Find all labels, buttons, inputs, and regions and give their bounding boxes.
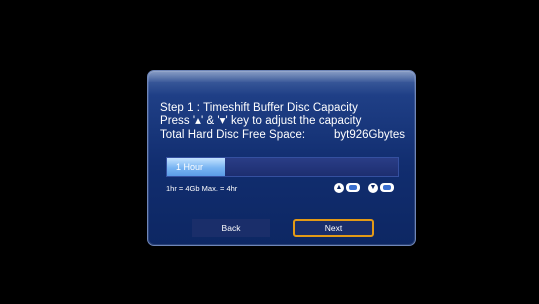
backward-key-icon bbox=[380, 183, 394, 192]
back-button[interactable]: Back bbox=[192, 219, 270, 237]
next-button[interactable]: Next bbox=[293, 219, 374, 237]
free-space-value: byt926Gbytes bbox=[334, 129, 405, 141]
instruction-text: Press '▴' & '▾' key to adjust the capaci… bbox=[160, 115, 362, 127]
capacity-slider[interactable]: 1 Hour bbox=[166, 157, 399, 177]
capacity-hint: 1hr = 4Gb Max. = 4hr bbox=[166, 184, 238, 193]
dialog-gloss bbox=[148, 71, 415, 82]
up-arrow-icon: ▲ bbox=[334, 182, 344, 193]
down-arrow-icon: ▼ bbox=[368, 182, 378, 193]
tv-screen: Step 1 : Timeshift Buffer Disc Capacity … bbox=[0, 0, 539, 304]
free-space-label: Total Hard Disc Free Space: bbox=[160, 129, 306, 141]
timeshift-setup-dialog: Step 1 : Timeshift Buffer Disc Capacity … bbox=[147, 70, 416, 246]
forward-key-icon bbox=[346, 183, 360, 192]
capacity-slider-label: 1 Hour bbox=[176, 162, 204, 172]
step-title: Step 1 : Timeshift Buffer Disc Capacity bbox=[160, 102, 358, 114]
key-legend: ▲ ▼ bbox=[334, 182, 394, 193]
